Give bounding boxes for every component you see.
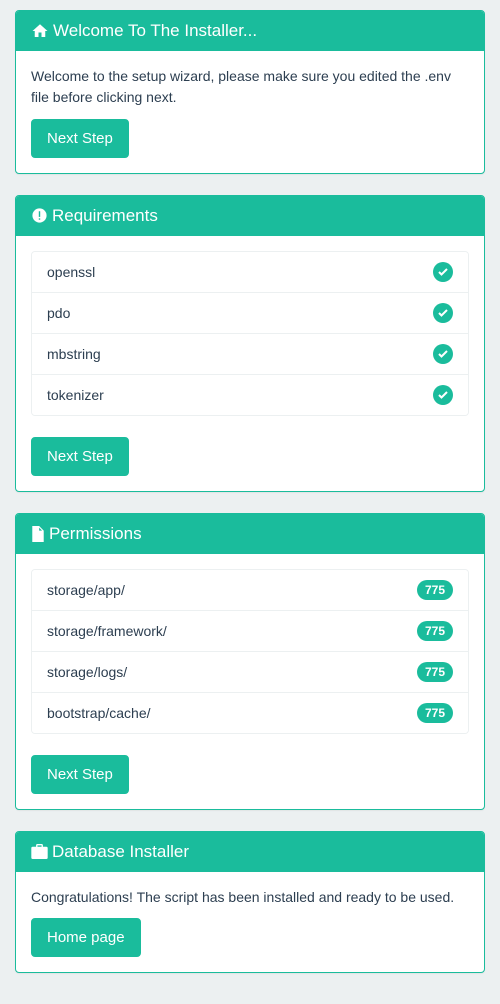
requirement-name: openssl: [47, 264, 95, 280]
list-item: storage/logs/ 775: [32, 652, 468, 693]
permission-path: storage/app/: [47, 582, 125, 598]
permissions-heading: Permissions: [16, 514, 484, 554]
check-icon: [433, 385, 453, 405]
requirements-list: openssl pdo mbstring tokenizer: [31, 251, 469, 416]
list-item: mbstring: [32, 334, 468, 375]
permission-mode: 775: [417, 621, 453, 641]
database-text: Congratulations! The script has been ins…: [31, 887, 469, 908]
requirements-panel: Requirements openssl pdo mbstring: [15, 195, 485, 492]
requirements-title: Requirements: [52, 206, 158, 226]
home-page-button[interactable]: Home page: [31, 918, 141, 957]
welcome-panel: Welcome To The Installer... Welcome to t…: [15, 10, 485, 174]
permission-mode: 775: [417, 703, 453, 723]
requirement-name: pdo: [47, 305, 70, 321]
home-icon: [31, 22, 49, 40]
check-icon: [433, 303, 453, 323]
requirements-next-button[interactable]: Next Step: [31, 437, 129, 476]
permission-path: storage/framework/: [47, 623, 167, 639]
welcome-body: Welcome to the setup wizard, please make…: [16, 51, 484, 173]
check-icon: [433, 344, 453, 364]
permission-path: bootstrap/cache/: [47, 705, 151, 721]
permission-path: storage/logs/: [47, 664, 127, 680]
requirement-name: mbstring: [47, 346, 101, 362]
database-body: Congratulations! The script has been ins…: [16, 872, 484, 973]
permissions-next-button[interactable]: Next Step: [31, 755, 129, 794]
list-item: tokenizer: [32, 375, 468, 415]
permission-mode: 775: [417, 580, 453, 600]
permission-mode: 775: [417, 662, 453, 682]
list-item: storage/framework/ 775: [32, 611, 468, 652]
briefcase-icon: [31, 844, 48, 859]
file-icon: [31, 526, 45, 542]
welcome-next-button[interactable]: Next Step: [31, 119, 129, 158]
welcome-text: Welcome to the setup wizard, please make…: [31, 66, 469, 108]
welcome-heading: Welcome To The Installer...: [16, 11, 484, 51]
list-item: pdo: [32, 293, 468, 334]
permissions-body: storage/app/ 775 storage/framework/ 775 …: [16, 554, 484, 809]
welcome-title: Welcome To The Installer...: [53, 21, 257, 41]
database-panel: Database Installer Congratulations! The …: [15, 831, 485, 974]
requirement-name: tokenizer: [47, 387, 104, 403]
permissions-list: storage/app/ 775 storage/framework/ 775 …: [31, 569, 469, 734]
database-heading: Database Installer: [16, 832, 484, 872]
permissions-title: Permissions: [49, 524, 142, 544]
check-icon: [433, 262, 453, 282]
list-item: storage/app/ 775: [32, 570, 468, 611]
exclamation-icon: [31, 207, 48, 224]
requirements-body: openssl pdo mbstring tokenizer: [16, 236, 484, 491]
requirements-heading: Requirements: [16, 196, 484, 236]
database-title: Database Installer: [52, 842, 189, 862]
permissions-panel: Permissions storage/app/ 775 storage/fra…: [15, 513, 485, 810]
list-item: bootstrap/cache/ 775: [32, 693, 468, 733]
list-item: openssl: [32, 252, 468, 293]
